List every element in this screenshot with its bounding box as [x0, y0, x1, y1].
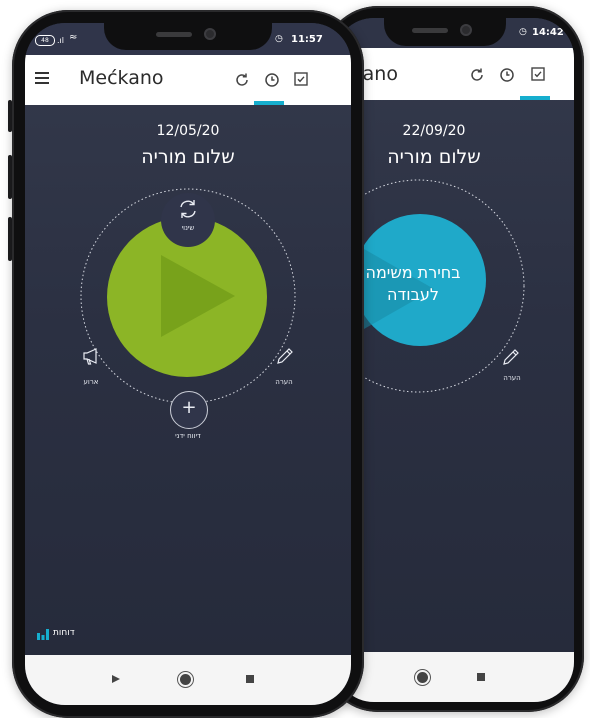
- front-phone: 48 .ıl ≈ ◷ 11:57 Mećkano 12/05/20 שלום מ…: [12, 10, 364, 718]
- greeting: שלום מוריה: [141, 146, 235, 168]
- home-icon: [179, 673, 191, 685]
- menu-icon[interactable]: [35, 72, 49, 84]
- camera: [204, 28, 216, 40]
- recents-icon: [477, 673, 485, 681]
- recents-icon: [246, 675, 254, 683]
- refresh-icon[interactable]: [231, 69, 253, 91]
- nav-home-button[interactable]: [177, 671, 193, 687]
- alarm-icon: ◷: [519, 27, 527, 37]
- speaker: [156, 32, 192, 37]
- nav-bar: [25, 655, 351, 705]
- active-tab-indicator: [254, 101, 284, 105]
- play-icon: [161, 255, 235, 337]
- wifi-icon: ≈: [69, 32, 78, 43]
- app-bar: kano: [334, 48, 574, 100]
- select-task-label: בחירת משימה לעבודה: [365, 263, 461, 304]
- home-icon: [416, 671, 428, 683]
- note-label: הערה: [503, 374, 521, 382]
- notch: [384, 16, 506, 46]
- nav-back-button[interactable]: [109, 672, 123, 686]
- nav-recents-button[interactable]: [245, 674, 255, 684]
- manual-report-label: דיווח ידני: [175, 432, 201, 440]
- clock-tab-icon[interactable]: [496, 64, 518, 86]
- notch: [104, 20, 272, 50]
- nav-home-button[interactable]: [414, 669, 430, 685]
- back-triangle-icon: [112, 675, 120, 683]
- battery-saver-icon: 48: [35, 35, 55, 46]
- nav-recents-button[interactable]: [476, 672, 486, 682]
- signal-icon: .ıl: [57, 36, 64, 45]
- active-tab-indicator: [520, 96, 550, 100]
- reports-label: דוחות: [53, 628, 75, 638]
- megaphone-icon[interactable]: [80, 345, 102, 367]
- camera: [460, 24, 472, 36]
- reports-link[interactable]: דוחות: [37, 627, 97, 643]
- event-label: ארוע: [83, 378, 99, 386]
- refresh-icon[interactable]: [466, 64, 488, 86]
- greeting: שלום מוריה: [387, 146, 481, 168]
- nav-bar: [334, 652, 574, 702]
- speaker: [412, 28, 448, 33]
- note-label: הערה: [275, 378, 293, 386]
- back-phone-screen: ◷ 14:42 ◷ 14:42 kano 22/09/20 שלום מוריה: [334, 18, 574, 702]
- date-label: 22/09/20: [402, 123, 466, 139]
- pencil-icon[interactable]: [274, 345, 296, 367]
- app-title: Mećkano: [79, 67, 164, 89]
- app-bar: Mećkano: [25, 55, 351, 105]
- plus-icon: +: [181, 397, 197, 418]
- select-task-button[interactable]: בחירת משימה לעבודה: [354, 214, 486, 346]
- date-label: 12/05/20: [156, 123, 220, 139]
- checklist-tab-icon[interactable]: [527, 63, 549, 85]
- change-label: שינוי: [181, 224, 195, 232]
- pencil-icon[interactable]: [500, 346, 522, 368]
- sync-icon: [180, 200, 196, 218]
- manual-report-button[interactable]: +: [170, 391, 208, 429]
- status-time: 14:42: [532, 27, 564, 38]
- checklist-tab-icon[interactable]: [290, 68, 312, 90]
- change-button[interactable]: שינוי: [161, 193, 215, 247]
- front-phone-screen: 48 .ıl ≈ ◷ 11:57 Mećkano 12/05/20 שלום מ…: [25, 23, 351, 705]
- alarm-icon: ◷: [275, 34, 283, 44]
- status-time: 11:57: [291, 34, 323, 45]
- clock-tab-icon[interactable]: [261, 69, 283, 91]
- bar-chart-icon: [37, 629, 49, 640]
